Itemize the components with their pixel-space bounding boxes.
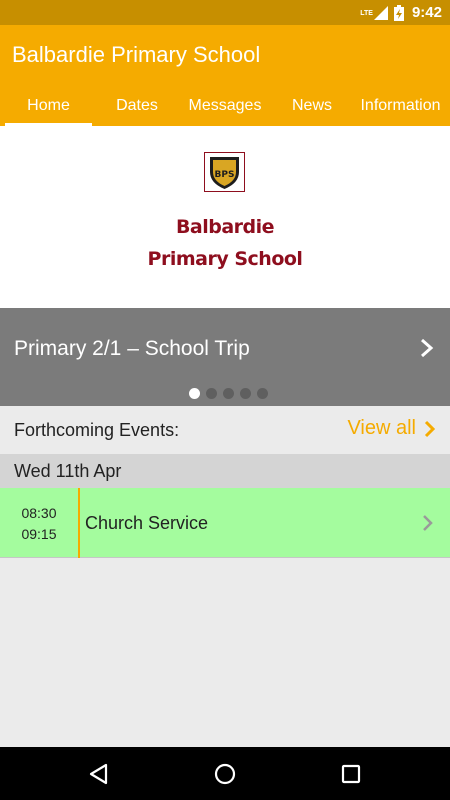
tab-news[interactable]: News xyxy=(273,91,351,126)
event-title[interactable]: Church Service xyxy=(85,513,208,534)
lte-signal-icon: LTE xyxy=(360,5,388,20)
chevron-right-icon[interactable] xyxy=(424,420,436,438)
system-nav-bar xyxy=(0,747,450,800)
battery-charging-icon xyxy=(393,4,404,21)
carousel-title[interactable]: Primary 2/1 – School Trip xyxy=(14,337,250,361)
app-bar: Balbardie Primary School Home Dates Mess… xyxy=(0,25,450,126)
event-divider xyxy=(78,488,80,558)
carousel-dot[interactable] xyxy=(256,388,268,399)
chevron-right-icon[interactable] xyxy=(417,336,437,360)
event-start-time: 08:30 xyxy=(21,505,57,521)
home-icon[interactable] xyxy=(212,761,238,787)
carousel-dot[interactable] xyxy=(239,388,251,399)
svg-text:BPS: BPS xyxy=(215,170,235,180)
school-name-line1: Balbardie xyxy=(175,216,275,238)
date-header: Wed 11th Apr xyxy=(0,454,450,488)
news-carousel[interactable]: Primary 2/1 – School Trip xyxy=(0,308,450,406)
event-row[interactable]: 08:30 09:15 Church Service xyxy=(0,488,450,558)
school-crest-icon: BPS xyxy=(204,152,245,192)
event-date: Wed 11th Apr xyxy=(14,461,122,481)
view-all-label[interactable]: View all xyxy=(347,417,416,440)
app-title: Balbardie Primary School xyxy=(12,42,261,67)
carousel-pager xyxy=(0,388,450,399)
carousel-dot[interactable] xyxy=(222,388,234,399)
events-header: Forthcoming Events: View all xyxy=(0,406,450,454)
tab-home[interactable]: Home xyxy=(0,91,97,126)
events-heading: Forthcoming Events: xyxy=(14,420,180,440)
carousel-dot[interactable] xyxy=(205,388,217,399)
back-icon[interactable] xyxy=(86,761,112,787)
view-all-button[interactable]: View all xyxy=(347,417,436,440)
event-end-time: 09:15 xyxy=(21,526,57,542)
tab-messages[interactable]: Messages xyxy=(177,91,273,126)
tab-information[interactable]: Information xyxy=(351,91,450,126)
event-times: 08:30 09:15 xyxy=(0,503,78,545)
tab-dates[interactable]: Dates xyxy=(97,91,177,126)
clock: 9:42 xyxy=(411,4,442,21)
status-bar: LTE 9:42 xyxy=(0,0,450,25)
carousel-dot[interactable] xyxy=(188,388,200,399)
recents-icon[interactable] xyxy=(338,761,364,787)
tab-bar: Home Dates Messages News Information xyxy=(0,91,450,126)
school-name-line2: Primary School xyxy=(147,248,303,270)
network-type: LTE xyxy=(360,9,373,17)
chevron-right-icon[interactable] xyxy=(421,513,435,533)
school-header: BPS Balbardie Primary School xyxy=(0,126,450,308)
